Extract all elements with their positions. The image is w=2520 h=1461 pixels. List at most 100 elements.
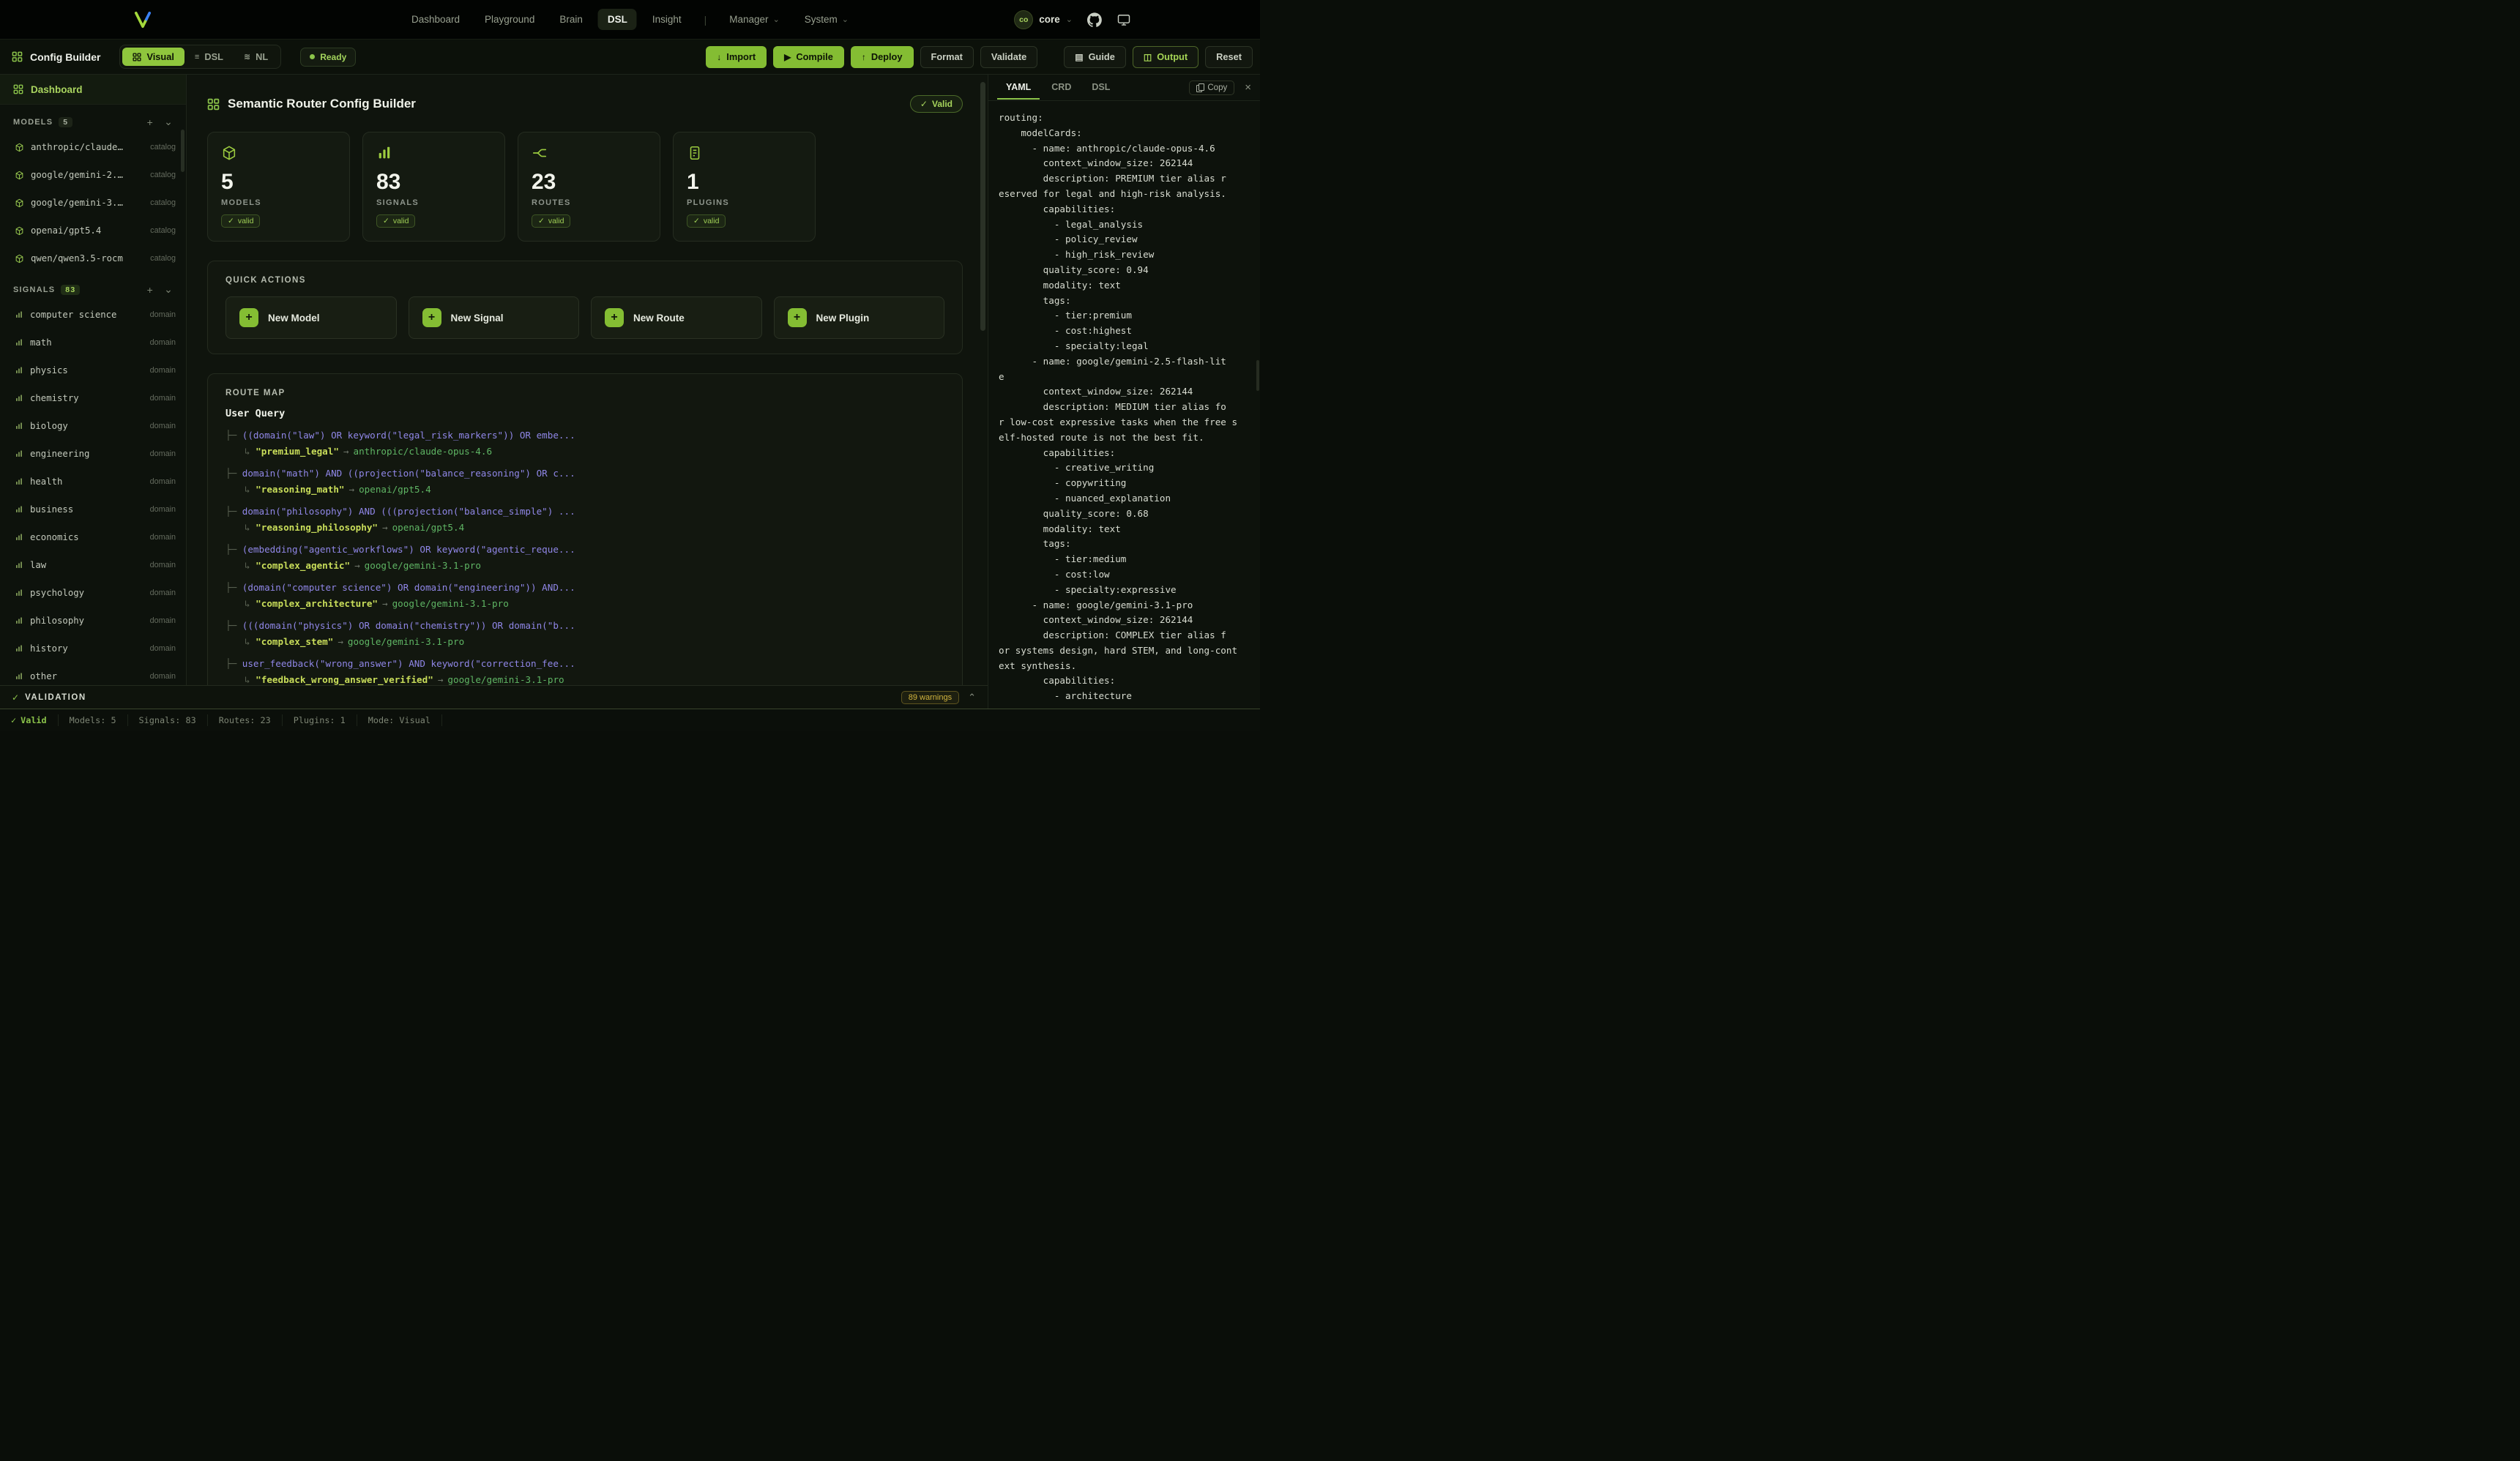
quick-action-button[interactable]: + New Route — [591, 296, 762, 339]
yaml-scrollbar[interactable] — [1256, 360, 1259, 391]
mode-dsl-button[interactable]: ≡ DSL — [184, 48, 234, 66]
stat-card-plugins[interactable]: 1 PLUGINS ✓ valid — [673, 132, 816, 242]
route-entry[interactable]: ├─ domain("math") AND ((projection("bala… — [225, 466, 944, 496]
route-model-link[interactable]: google/gemini-3.1-pro — [447, 674, 564, 685]
route-name-link[interactable]: "premium_legal" — [256, 446, 339, 457]
model-list-item[interactable]: qwen/qwen3.5-rocm catalog — [0, 244, 186, 272]
account-menu[interactable]: co core ⌄ — [1014, 10, 1073, 29]
page-title-label: Semantic Router Config Builder — [228, 97, 416, 111]
quick-action-button[interactable]: + New Plugin — [774, 296, 945, 339]
route-condition[interactable]: domain("math") AND ((projection("balance… — [242, 468, 575, 479]
stat-card-models[interactable]: 5 MODELS ✓ valid — [207, 132, 350, 242]
signal-list-item[interactable]: psychology domain — [0, 579, 186, 607]
nav-menu-system[interactable]: System ⌄ — [795, 9, 858, 30]
warnings-badge[interactable]: 89 warnings — [901, 691, 959, 704]
route-entry[interactable]: ├─ (domain("computer science") OR domain… — [225, 580, 944, 610]
signal-list-item[interactable]: engineering domain — [0, 440, 186, 468]
route-model-link[interactable]: google/gemini-3.1-pro — [365, 560, 481, 571]
signal-list-item[interactable]: philosophy domain — [0, 607, 186, 635]
quick-action-button[interactable]: + New Signal — [409, 296, 580, 339]
chevron-down-icon[interactable]: ⌄ — [162, 283, 176, 296]
tree-branch-icon: ├─ — [225, 468, 242, 479]
model-list-item[interactable]: google/gemini-3.… catalog — [0, 189, 186, 217]
nav-item-playground[interactable]: Playground — [475, 9, 544, 30]
chevron-up-icon[interactable]: ⌃ — [968, 692, 976, 703]
brand-logo[interactable] — [133, 10, 152, 29]
signal-list-item[interactable]: health domain — [0, 468, 186, 496]
tab-yaml[interactable]: YAML — [997, 76, 1040, 100]
device-monitor-icon[interactable] — [1117, 12, 1131, 27]
quick-action-button[interactable]: + New Model — [225, 296, 397, 339]
nav-menu-manager[interactable]: Manager ⌄ — [720, 9, 789, 30]
list-icon: ≡ — [195, 53, 199, 61]
mode-dsl-label: DSL — [204, 51, 223, 62]
add-model-button[interactable]: + — [145, 116, 156, 128]
route-name-link[interactable]: "reasoning_philosophy" — [256, 522, 378, 533]
signal-list-item[interactable]: chemistry domain — [0, 384, 186, 412]
reset-button[interactable]: Reset — [1205, 46, 1253, 68]
route-name-link[interactable]: "feedback_wrong_answer_verified" — [256, 674, 433, 685]
close-icon[interactable]: × — [1245, 81, 1251, 94]
output-button[interactable]: ◫ Output — [1133, 46, 1199, 68]
route-name-link[interactable]: "reasoning_math" — [256, 484, 344, 495]
model-list-item[interactable]: google/gemini-2.… catalog — [0, 161, 186, 189]
yaml-code-view[interactable]: routing: modelCards: - name: anthropic/c… — [988, 101, 1260, 709]
validate-button[interactable]: Validate — [980, 46, 1037, 68]
signal-list-item[interactable]: computer science domain — [0, 301, 186, 329]
nav-item-dashboard[interactable]: Dashboard — [402, 9, 469, 30]
route-condition[interactable]: domain("philosophy") AND (((projection("… — [242, 506, 575, 517]
route-model-link[interactable]: google/gemini-3.1-pro — [392, 598, 509, 609]
route-model-link[interactable]: openai/gpt5.4 — [392, 522, 465, 533]
format-button[interactable]: Format — [920, 46, 974, 68]
route-name-link[interactable]: "complex_architecture" — [256, 598, 378, 609]
deploy-button[interactable]: ↑ Deploy — [851, 46, 914, 68]
add-signal-button[interactable]: + — [145, 284, 156, 296]
nav-item-brain[interactable]: Brain — [550, 9, 592, 30]
route-condition[interactable]: (embedding("agentic_workflows") OR keywo… — [242, 544, 575, 555]
sidebar-scrollbar[interactable] — [181, 130, 184, 172]
route-model-link[interactable]: anthropic/claude-opus-4.6 — [354, 446, 493, 457]
route-condition[interactable]: (((domain("physics") OR domain("chemistr… — [242, 620, 575, 631]
route-entry[interactable]: ├─ ((domain("law") OR keyword("legal_ris… — [225, 428, 944, 458]
route-name-link[interactable]: "complex_agentic" — [256, 560, 350, 571]
nav-item-insight[interactable]: Insight — [643, 9, 691, 30]
main-scrollbar[interactable] — [980, 82, 985, 331]
nav-item-dsl[interactable]: DSL — [598, 9, 637, 30]
route-entry[interactable]: ├─ (((domain("physics") OR domain("chemi… — [225, 619, 944, 649]
panel-icon: ◫ — [1144, 53, 1152, 61]
mode-visual-button[interactable]: Visual — [122, 48, 184, 66]
copy-button[interactable]: Copy — [1189, 81, 1234, 95]
signal-list-item[interactable]: other domain — [0, 662, 186, 685]
signal-list-item[interactable]: physics domain — [0, 356, 186, 384]
route-model-link[interactable]: openai/gpt5.4 — [359, 484, 431, 495]
signal-list-item[interactable]: law domain — [0, 551, 186, 579]
signal-list-item[interactable]: history domain — [0, 635, 186, 662]
signal-list-item[interactable]: biology domain — [0, 412, 186, 440]
tab-crd[interactable]: CRD — [1043, 76, 1080, 100]
github-icon[interactable] — [1087, 12, 1102, 27]
compile-button[interactable]: ▶ Compile — [773, 46, 844, 68]
model-list-item[interactable]: anthropic/claude… catalog — [0, 133, 186, 161]
signal-list-item[interactable]: math domain — [0, 329, 186, 356]
stat-card-routes[interactable]: 23 ROUTES ✓ valid — [518, 132, 660, 242]
route-entry[interactable]: ├─ (embedding("agentic_workflows") OR ke… — [225, 542, 944, 572]
route-entry[interactable]: ├─ domain("philosophy") AND (((projectio… — [225, 504, 944, 534]
route-name-link[interactable]: "complex_stem" — [256, 636, 333, 647]
signal-list-item[interactable]: economics domain — [0, 523, 186, 551]
chevron-down-icon[interactable]: ⌄ — [162, 116, 176, 128]
tab-dsl[interactable]: DSL — [1083, 76, 1119, 100]
stat-card-signals[interactable]: 83 SIGNALS ✓ valid — [362, 132, 505, 242]
signal-list-item[interactable]: business domain — [0, 496, 186, 523]
route-condition[interactable]: ((domain("law") OR keyword("legal_risk_m… — [242, 430, 575, 441]
route-model-link[interactable]: google/gemini-3.1-pro — [348, 636, 464, 647]
mode-nl-button[interactable]: ≋ NL — [234, 48, 278, 66]
route-condition[interactable]: user_feedback("wrong_answer") AND keywor… — [242, 658, 575, 669]
model-list-item[interactable]: openai/gpt5.4 catalog — [0, 217, 186, 244]
route-entry[interactable]: ├─ user_feedback("wrong_answer") AND key… — [225, 657, 944, 685]
guide-button[interactable]: ▤ Guide — [1064, 46, 1126, 68]
download-icon: ↓ — [717, 53, 721, 61]
validation-bar[interactable]: ✓ VALIDATION 89 warnings ⌃ — [0, 685, 988, 709]
route-condition[interactable]: (domain("computer science") OR domain("e… — [242, 582, 575, 593]
sidebar-item-dashboard[interactable]: Dashboard — [0, 75, 186, 105]
import-button[interactable]: ↓ Import — [706, 46, 767, 68]
